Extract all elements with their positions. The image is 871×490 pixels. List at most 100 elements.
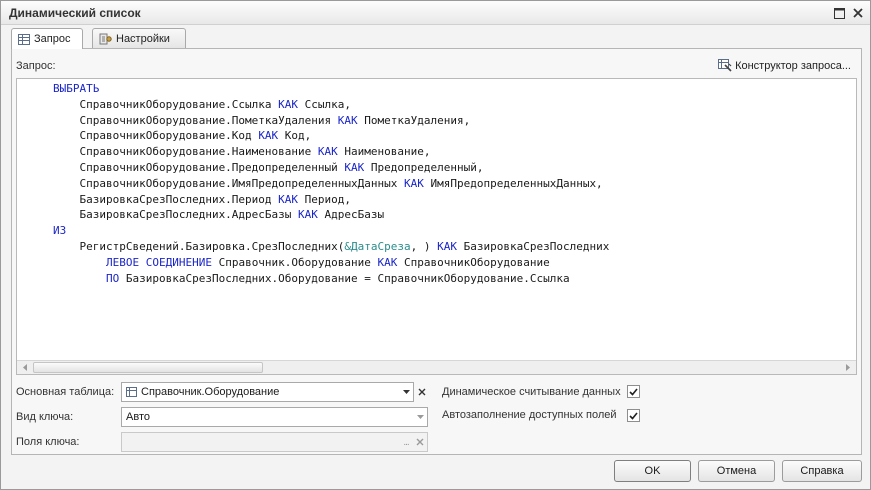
code-keyword: ВЫБРАТЬ bbox=[53, 82, 100, 95]
checkmark-icon bbox=[629, 411, 638, 420]
query-text-editor[interactable]: ВЫБРАТЬ СправочникОборудование.Ссылка КА… bbox=[16, 78, 857, 375]
table-icon bbox=[18, 33, 30, 45]
code-text: СправочникОборудование.Предопределенный bbox=[53, 160, 345, 174]
code-text: Наименование, bbox=[337, 145, 431, 159]
code-text: РегистрСведений.Базировка.СрезПоследних( bbox=[53, 239, 345, 253]
code-keyword: КАК bbox=[258, 129, 279, 143]
title-bar: Динамический список bbox=[1, 1, 870, 25]
maximize-button[interactable] bbox=[831, 5, 847, 21]
catalog-icon bbox=[126, 387, 137, 397]
code-parameter: &ДатаСреза bbox=[344, 239, 411, 253]
code-keyword: КАК bbox=[298, 208, 318, 222]
code-text: , ) bbox=[410, 239, 438, 253]
code-text: СправочникОборудование.Наименование bbox=[53, 145, 318, 159]
window-title: Динамический список bbox=[9, 6, 141, 20]
dynamic-read-checkbox[interactable] bbox=[627, 385, 640, 398]
code-keyword: КАК bbox=[317, 145, 338, 159]
maximize-icon bbox=[833, 7, 845, 19]
code-text: ИмяПредопределенныхДанных, bbox=[423, 176, 603, 190]
scroll-right-arrow[interactable] bbox=[841, 361, 855, 374]
tab-settings-label: Настройки bbox=[116, 32, 170, 45]
main-table-dropdown-button[interactable] bbox=[399, 383, 413, 401]
key-fields-clear-button[interactable] bbox=[413, 433, 427, 451]
code-keyword: КАК bbox=[404, 176, 424, 190]
code-text: БазировкаСрезПоследних.АдресБазы bbox=[53, 208, 299, 222]
code-text: СправочникОборудование.ПометкаУдаления bbox=[53, 113, 338, 127]
key-type-label: Вид ключа: bbox=[16, 411, 74, 423]
key-fields-field[interactable]: ... bbox=[121, 432, 428, 452]
clear-icon bbox=[418, 388, 426, 396]
ellipsis-icon: ... bbox=[403, 436, 409, 448]
code-line: СправочникОборудование.Предопределенный … bbox=[53, 160, 609, 176]
key-type-value: Авто bbox=[126, 411, 150, 423]
query-label: Запрос: bbox=[16, 60, 56, 72]
code-text: БазировкаСрезПоследних.Период bbox=[53, 192, 279, 206]
code-line: БазировкаСрезПоследних.Период КАК Период… bbox=[53, 192, 609, 208]
code-text: Ссылка, bbox=[298, 97, 352, 111]
code-keyword: ЛЕВОЕ СОЕДИНЕНИЕ bbox=[105, 255, 212, 269]
scroll-thumb[interactable] bbox=[33, 362, 263, 373]
query-tab-panel: Запрос: Конструктор запроса... ВЫБРАТЬ С… bbox=[11, 48, 862, 455]
code-keyword: ИЗ bbox=[53, 224, 67, 238]
code-line: ИЗ bbox=[53, 223, 609, 239]
clear-icon bbox=[416, 438, 424, 446]
main-table-clear-button[interactable] bbox=[415, 382, 429, 402]
arrow-left-icon bbox=[23, 364, 27, 371]
settings-icon bbox=[99, 33, 112, 44]
code-keyword: КАК bbox=[437, 239, 458, 253]
code-keyword: КАК bbox=[337, 113, 358, 127]
code-text: Предопределенный, bbox=[364, 160, 484, 174]
query-constructor-label: Конструктор запроса... bbox=[735, 59, 851, 72]
code-text: СправочникОборудование bbox=[397, 255, 550, 269]
code-text: Код, bbox=[278, 129, 312, 143]
query-builder-icon bbox=[718, 59, 732, 72]
autofill-label: Автозаполнение доступных полей bbox=[442, 409, 617, 421]
checkmark-icon bbox=[629, 387, 638, 396]
dialog-window: Динамический список Запрос Настройки Зап… bbox=[0, 0, 871, 490]
code-line: ВЫБРАТЬ bbox=[53, 81, 609, 97]
key-fields-select-button[interactable]: ... bbox=[399, 433, 413, 451]
code-line: СправочникОборудование.Код КАК Код, bbox=[53, 128, 609, 144]
code-line: БазировкаСрезПоследних.АдресБазы КАК Адр… bbox=[53, 207, 609, 223]
code-text: ПометкаУдаления, bbox=[357, 113, 471, 127]
code-keyword: КАК bbox=[278, 192, 299, 206]
dynamic-read-label: Динамическое считывание данных bbox=[442, 386, 621, 398]
key-type-dropdown-button[interactable] bbox=[413, 408, 427, 426]
close-button[interactable] bbox=[850, 5, 866, 21]
tab-query-label: Запрос bbox=[34, 33, 71, 45]
code-text: БазировкаСрезПоследних bbox=[457, 239, 610, 253]
main-table-value: Справочник.Оборудование bbox=[141, 386, 280, 398]
arrow-right-icon bbox=[846, 364, 850, 371]
code-text: СправочникОборудование.Ссылка bbox=[53, 97, 279, 111]
cancel-button[interactable]: Отмена bbox=[698, 460, 775, 482]
ok-button[interactable]: OK bbox=[614, 460, 691, 482]
close-icon bbox=[853, 8, 863, 18]
code-line: СправочникОборудование.ИмяПредопределенн… bbox=[53, 176, 609, 192]
tab-query[interactable]: Запрос bbox=[11, 28, 83, 49]
query-constructor-button[interactable]: Конструктор запроса... bbox=[718, 59, 851, 72]
main-table-label: Основная таблица: bbox=[16, 386, 115, 398]
code-text: АдресБазы bbox=[317, 208, 385, 222]
code-line: СправочникОборудование.ПометкаУдаления К… bbox=[53, 113, 609, 129]
code-line: СправочникОборудование.Наименование КАК … bbox=[53, 144, 609, 160]
chevron-down-icon bbox=[416, 415, 424, 419]
autofill-checkbox[interactable] bbox=[627, 409, 640, 422]
scroll-left-arrow[interactable] bbox=[18, 361, 32, 374]
code-text: Справочник.Оборудование bbox=[211, 255, 378, 269]
tab-settings[interactable]: Настройки bbox=[92, 28, 186, 48]
key-fields-label: Поля ключа: bbox=[16, 436, 80, 448]
main-table-field[interactable]: Справочник.Оборудование bbox=[121, 382, 414, 402]
code-keyword: КАК bbox=[377, 255, 398, 269]
help-button[interactable]: Справка bbox=[782, 460, 862, 482]
key-type-field[interactable]: Авто bbox=[121, 407, 428, 427]
query-code: ВЫБРАТЬ СправочникОборудование.Ссылка КА… bbox=[53, 81, 609, 286]
code-keyword: КАК bbox=[278, 97, 299, 111]
horizontal-scrollbar[interactable] bbox=[17, 360, 856, 374]
chevron-down-icon bbox=[402, 390, 410, 394]
code-text: СправочникОборудование.Код bbox=[53, 129, 259, 143]
code-text: Период, bbox=[298, 192, 352, 206]
code-line: ЛЕВОЕ СОЕДИНЕНИЕ Справочник.Оборудование… bbox=[53, 255, 609, 271]
code-text: СправочникОборудование.ИмяПредопределенн… bbox=[53, 176, 404, 190]
